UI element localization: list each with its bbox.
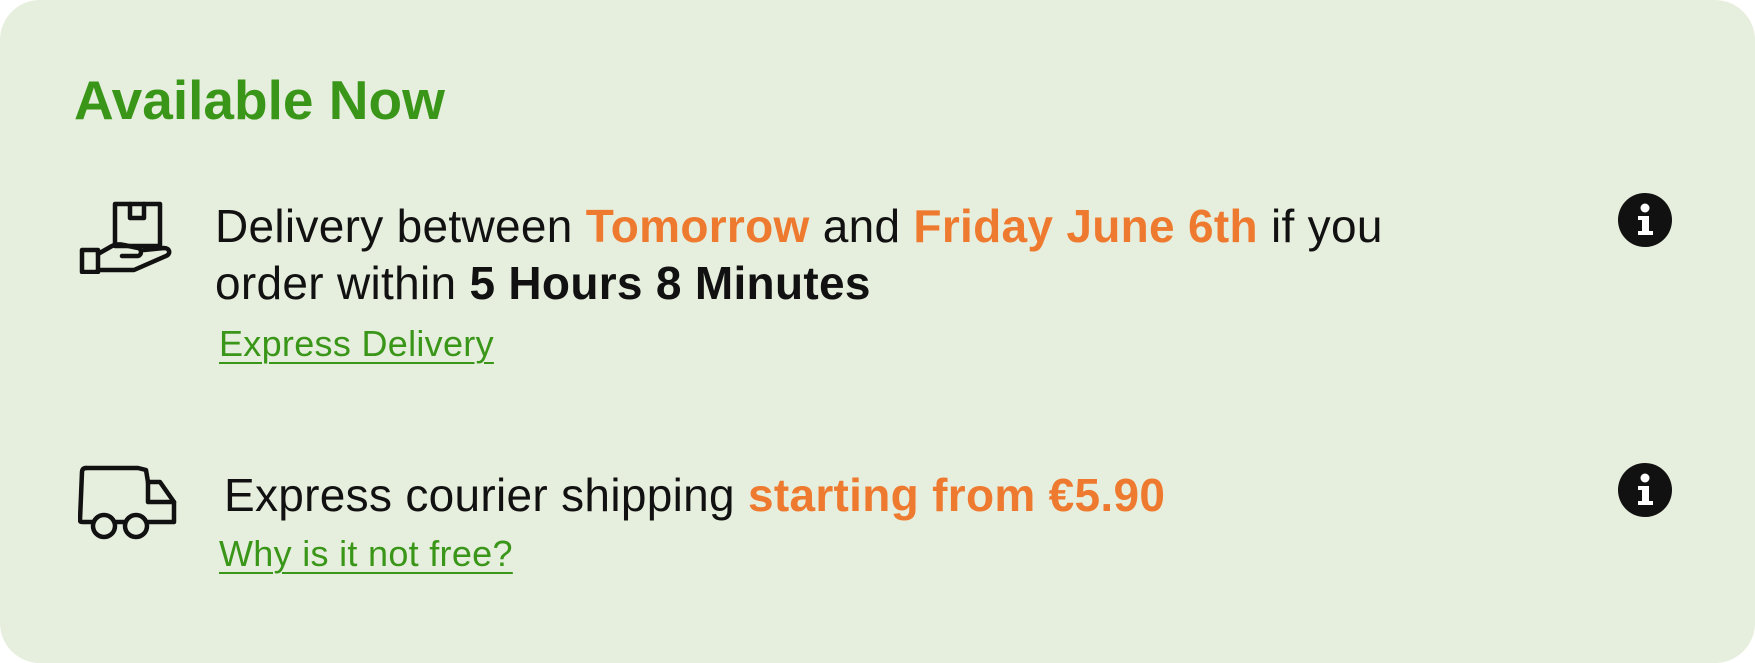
delivery-text-line-1: Delivery between Tomorrow and Friday Jun…: [215, 198, 1383, 255]
hand-parcel-icon: [78, 198, 174, 274]
express-delivery-link[interactable]: Express Delivery: [219, 322, 494, 366]
card-title: Available Now: [74, 69, 445, 131]
delivery-start-date: Tomorrow: [585, 200, 810, 252]
delivery-text-before: Delivery between: [215, 200, 586, 252]
delivery-info-card: Available Now Delivery between Tomorrow …: [0, 0, 1755, 663]
delivery-text-order-within: order within: [215, 257, 470, 309]
shipping-text: Express courier shipping starting from €…: [224, 467, 1165, 524]
delivery-end-date: Friday June 6th: [913, 200, 1258, 252]
delivery-van-icon: [78, 462, 180, 540]
shipping-text-before: Express courier shipping: [224, 469, 748, 521]
shipping-info-icon[interactable]: [1618, 463, 1672, 517]
delivery-countdown: 5 Hours 8 Minutes: [469, 257, 871, 309]
why-not-free-link[interactable]: Why is it not free?: [219, 532, 513, 576]
delivery-info-icon[interactable]: [1618, 193, 1672, 247]
delivery-text-line-2: order within 5 Hours 8 Minutes: [215, 255, 871, 312]
shipping-price: starting from €5.90: [747, 469, 1166, 521]
delivery-text-and: and: [809, 200, 914, 252]
delivery-text-if-you: if you: [1257, 200, 1383, 252]
